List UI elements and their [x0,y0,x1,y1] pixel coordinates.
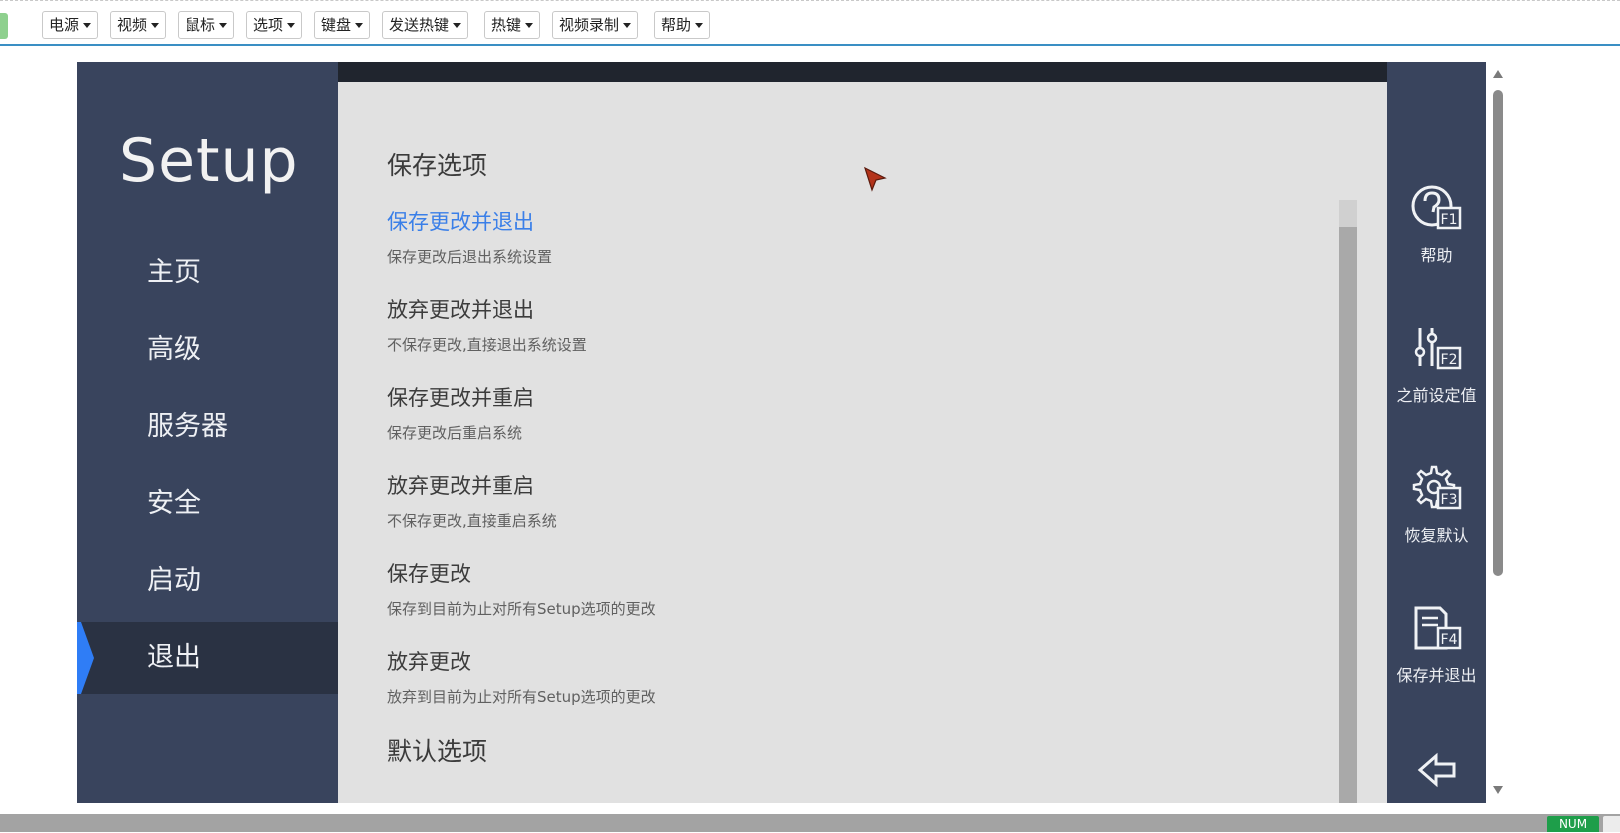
menu-video-label: 视频 [117,16,148,34]
option-discard-reset-desc: 不保存更改,直接重启系统 [387,512,557,530]
nav-item-exit-label: 退出 [147,642,201,673]
caret-down-icon [83,23,92,28]
fkey-f3-defaults[interactable]: F3 恢复默认 [1387,464,1486,546]
menu-options[interactable]: 选项 [246,11,303,39]
menu-power-label: 电源 [49,16,80,34]
help-icon: F1 [1411,185,1461,230]
option-save-reset[interactable]: 保存更改并重启 [387,382,534,412]
menu-hotkey-label: 热键 [491,16,522,34]
fkey-f4-label: 保存并退出 [1396,666,1477,685]
nav-item-boot[interactable]: 启动 [77,545,338,617]
fkey-f4-save-exit[interactable]: F4 保存并退出 [1387,604,1486,686]
nav-item-main[interactable]: 主页 [77,237,338,309]
caret-down-icon [355,23,364,28]
setup-brand: Setup [119,126,299,196]
caret-down-icon [287,23,296,28]
gear-icon: F3 [1412,465,1461,510]
caret-down-icon [151,23,160,28]
section-title-save: 保存选项 [387,151,488,180]
menu-options-label: 选项 [253,16,284,34]
caret-down-icon [453,23,462,28]
option-save-exit-desc: 保存更改后退出系统设置 [387,248,553,266]
function-key-bar: F1 帮助 F2 之前设定值 F3 恢复默认 F4 保存并退出 [1387,62,1486,803]
nav-item-advanced[interactable]: 高级 [77,314,338,386]
setup-sidebar: Setup 主页 高级 服务器 安全 启动 退出 [77,62,338,803]
svg-text:F2: F2 [1440,352,1457,368]
back-arrow-icon [1417,752,1455,788]
save-document-icon: F4 [1414,606,1461,650]
svg-text:F4: F4 [1440,632,1457,648]
menu-video-recording-label: 视频录制 [559,16,620,34]
menu-send-hotkey-label: 发送热键 [389,16,450,34]
caret-down-icon [525,23,534,28]
caret-down-icon [623,23,632,28]
nav-item-exit[interactable]: 退出 [77,622,338,694]
caps-lock-badge [1603,816,1620,832]
nav-item-server[interactable]: 服务器 [77,391,338,463]
option-save-changes[interactable]: 保存更改 [387,558,471,588]
sliders-icon: F2 [1414,328,1461,370]
menu-mouse-label: 鼠标 [185,16,216,34]
mouse-cursor-icon [863,166,887,192]
toolbar: 电源 视频 鼠标 选项 键盘 发送热键 热键 视频录制 帮助 [0,0,1620,46]
page-scrollbar-thumb[interactable] [1493,90,1503,576]
option-discard-changes-desc: 放弃到目前为止对所有Setup选项的更改 [387,688,656,706]
option-discard-reset[interactable]: 放弃更改并重启 [387,470,534,500]
panel-toggle-tab[interactable] [0,13,8,39]
fkey-f3-label: 恢复默认 [1404,526,1469,545]
menu-video-recording[interactable]: 视频录制 [552,11,639,39]
menu-mouse[interactable]: 鼠标 [178,11,235,39]
fkey-f2-previous[interactable]: F2 之前设定值 [1387,324,1486,406]
menu-help-label: 帮助 [661,16,692,34]
scroll-up-arrow-icon[interactable] [1493,70,1503,78]
option-discard-exit-desc: 不保存更改,直接退出系统设置 [387,336,587,354]
menu-video[interactable]: 视频 [110,11,167,39]
option-save-reset-desc: 保存更改后重启系统 [387,424,523,442]
num-lock-badge: NUM [1547,816,1599,832]
menu-keyboard-label: 键盘 [321,16,352,34]
caret-down-icon [695,23,704,28]
menu-send-hotkey[interactable]: 发送热键 [382,11,469,39]
bios-screen[interactable]: Setup 主页 高级 服务器 安全 启动 退出 保存选项 保存更改并退出 保存… [77,62,1486,803]
menu-help[interactable]: 帮助 [654,11,711,39]
fkey-f2-label: 之前设定值 [1396,386,1477,405]
content-scrollbar-thumb[interactable] [1339,200,1357,227]
section-title-default: 默认选项 [387,737,488,766]
content-scrollbar[interactable] [1339,200,1357,803]
svg-text:F1: F1 [1440,212,1457,228]
title-strip [338,62,1387,82]
page-scrollbar[interactable] [1488,62,1508,803]
menu-keyboard[interactable]: 键盘 [314,11,371,39]
option-save-changes-desc: 保存到目前为止对所有Setup选项的更改 [387,600,656,618]
status-bar: NUM [0,814,1620,832]
option-save-exit[interactable]: 保存更改并退出 [387,206,534,236]
scroll-down-arrow-icon[interactable] [1493,786,1503,794]
option-discard-exit[interactable]: 放弃更改并退出 [387,294,534,324]
fkey-f1-label: 帮助 [1420,246,1453,265]
fkey-f1-help[interactable]: F1 帮助 [1387,184,1486,266]
menu-hotkey[interactable]: 热键 [484,11,541,39]
menu-power[interactable]: 电源 [42,11,99,39]
active-arrow-icon [81,622,94,694]
caret-down-icon [219,23,228,28]
nav-item-security[interactable]: 安全 [77,468,338,540]
svg-text:F3: F3 [1440,492,1457,508]
option-discard-changes[interactable]: 放弃更改 [387,646,471,676]
fkey-back[interactable] [1387,752,1486,792]
